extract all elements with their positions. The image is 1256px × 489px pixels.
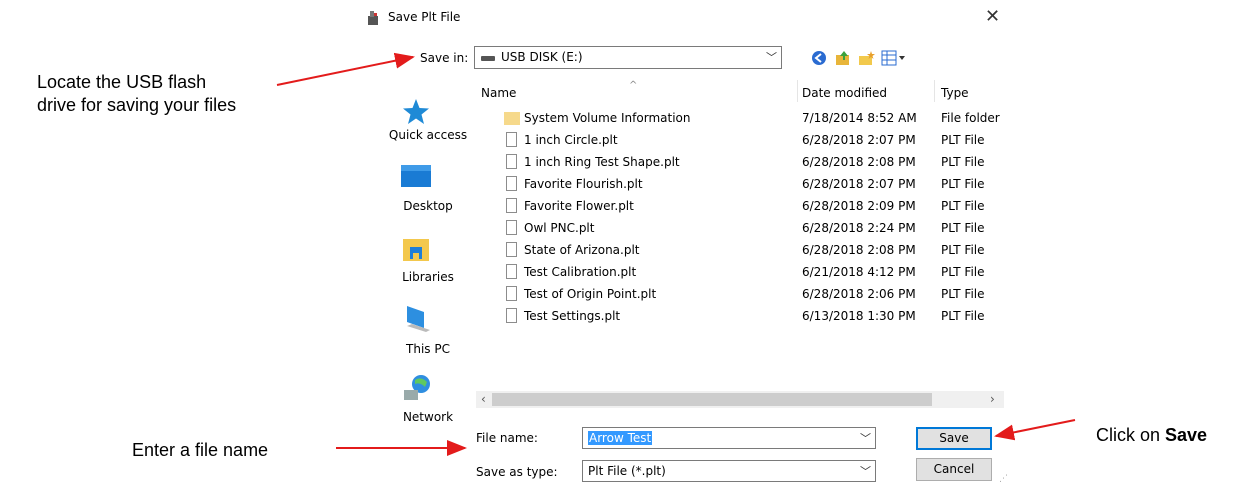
arrow-click-save: [994, 419, 1076, 441]
arrow-locate: [276, 52, 415, 86]
annotation-arrows: [276, 52, 1076, 456]
